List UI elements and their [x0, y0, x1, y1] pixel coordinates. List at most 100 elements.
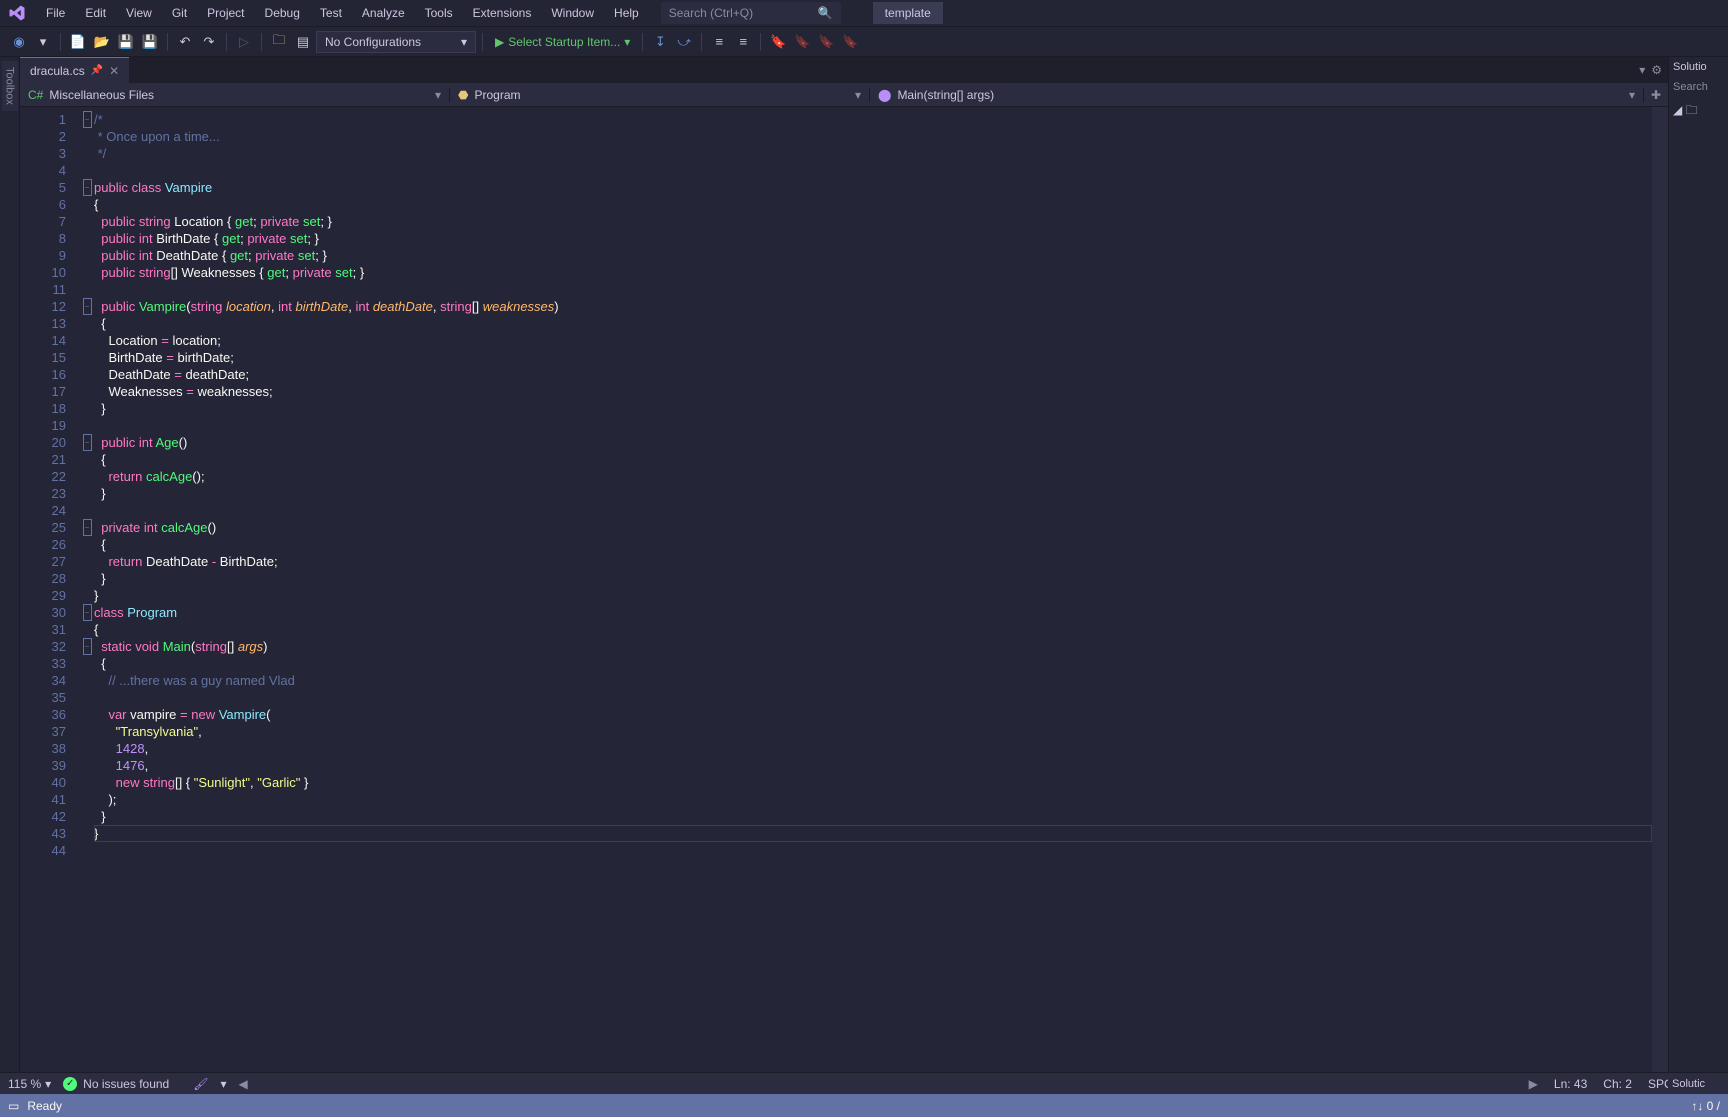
- indent-more-button[interactable]: ≡: [732, 31, 754, 53]
- method-label: Main(string[] args): [897, 88, 994, 102]
- scroll-left-icon[interactable]: ◀: [239, 1077, 248, 1091]
- panel-search[interactable]: Search: [1669, 77, 1728, 97]
- method-icon: ⬤: [878, 88, 891, 102]
- fold-toggle[interactable]: −: [83, 604, 92, 621]
- separator: [261, 33, 262, 51]
- separator: [167, 33, 168, 51]
- chevron-down-icon: ▾: [855, 88, 861, 102]
- fold-toggle[interactable]: −: [83, 638, 92, 655]
- tab-label: dracula.cs: [30, 64, 85, 78]
- bookmark-nav-button[interactable]: 🔖: [815, 31, 837, 53]
- menu-edit[interactable]: Edit: [75, 2, 116, 24]
- menu-file[interactable]: File: [36, 2, 75, 24]
- file-tab[interactable]: dracula.cs 📌 ✕: [20, 57, 129, 83]
- cursor-col[interactable]: Ch: 2: [1603, 1077, 1632, 1091]
- split-view-button[interactable]: ✚: [1644, 88, 1668, 102]
- save-button[interactable]: 💾: [115, 31, 137, 53]
- play-icon: ▶: [495, 35, 504, 49]
- editor-column: dracula.cs 📌 ✕ ▾ ⚙ C# Miscellaneous File…: [20, 57, 1668, 1072]
- scope-dropdown[interactable]: C# Miscellaneous Files ▾: [20, 88, 450, 102]
- new-file-button[interactable]: 📄: [67, 31, 89, 53]
- solution-explorer-panel[interactable]: Solutio Search ◢ 🗀: [1668, 57, 1728, 1072]
- search-input[interactable]: Search (Ctrl+Q) 🔍: [661, 2, 841, 24]
- tab-row: dracula.cs 📌 ✕ ▾ ⚙: [20, 57, 1668, 83]
- scroll-right-icon[interactable]: ▶: [1529, 1077, 1538, 1091]
- fold-toggle[interactable]: −: [83, 179, 92, 196]
- step-into-button[interactable]: ↧: [649, 31, 671, 53]
- bookmark-nav-button[interactable]: 🔖: [791, 31, 813, 53]
- error-count[interactable]: ↑↓ 0 /: [1691, 1099, 1720, 1113]
- class-label: Program: [474, 88, 520, 102]
- config-label: No Configurations: [325, 35, 421, 49]
- toolbox-label: Toolbox: [2, 61, 18, 111]
- folder-button[interactable]: 🗀: [268, 31, 290, 53]
- menu-tools[interactable]: Tools: [415, 2, 463, 24]
- code-editor[interactable]: 1234567891011121314151617181920212223242…: [20, 107, 1668, 1072]
- layout-button[interactable]: ▤: [292, 31, 314, 53]
- redo-button[interactable]: ↷: [198, 31, 220, 53]
- step-over-button[interactable]: ⤻: [673, 31, 695, 53]
- chevron-down-icon[interactable]: ▾: [220, 1077, 226, 1091]
- menu-view[interactable]: View: [116, 2, 162, 24]
- save-all-button[interactable]: 💾: [139, 31, 161, 53]
- cursor-line[interactable]: Ln: 43: [1554, 1077, 1587, 1091]
- line-number-gutter: 1234567891011121314151617181920212223242…: [20, 107, 80, 1072]
- menu-help[interactable]: Help: [604, 2, 649, 24]
- solution-footer-tab[interactable]: Solutic: [1668, 1072, 1728, 1094]
- menu-extensions[interactable]: Extensions: [463, 2, 542, 24]
- csharp-icon: C#: [28, 88, 43, 102]
- fold-toggle[interactable]: −: [83, 111, 92, 128]
- bookmark-nav-button[interactable]: 🔖: [839, 31, 861, 53]
- back-button[interactable]: ◉: [8, 31, 30, 53]
- class-dropdown[interactable]: ⬣ Program ▾: [450, 88, 870, 102]
- fold-toggle[interactable]: −: [83, 519, 92, 536]
- output-icon[interactable]: ▭: [8, 1099, 19, 1113]
- zoom-level: 115 %: [8, 1077, 41, 1091]
- menu-test[interactable]: Test: [310, 2, 352, 24]
- gear-icon[interactable]: ⚙: [1651, 63, 1662, 77]
- vs-logo-icon: [8, 4, 26, 22]
- panel-header: Solutio: [1669, 57, 1728, 77]
- chevron-down-icon[interactable]: ▾: [1639, 63, 1645, 77]
- toolbox-panel[interactable]: Toolbox: [0, 57, 20, 1072]
- method-dropdown[interactable]: ⬤ Main(string[] args) ▾: [870, 88, 1644, 102]
- brush-icon[interactable]: 🖌: [193, 1077, 208, 1091]
- startup-button[interactable]: ▶ Select Startup Item... ▾: [489, 35, 636, 49]
- start-button[interactable]: ▷: [233, 31, 255, 53]
- tree-toggle[interactable]: ◢ 🗀: [1669, 97, 1728, 126]
- search-icon: 🔍: [818, 6, 833, 20]
- menu-debug[interactable]: Debug: [255, 2, 310, 24]
- bookmark-button[interactable]: 🔖: [767, 31, 789, 53]
- fold-toggle[interactable]: −: [83, 298, 92, 315]
- close-icon[interactable]: ✕: [109, 64, 119, 78]
- issues-button[interactable]: ✓ No issues found: [63, 1077, 169, 1091]
- fold-toggle[interactable]: −: [83, 434, 92, 451]
- zoom-button[interactable]: 115 % ▾: [8, 1077, 51, 1091]
- menu-analyze[interactable]: Analyze: [352, 2, 415, 24]
- scope-label: Miscellaneous Files: [49, 88, 154, 102]
- chevron-down-icon: ▾: [1629, 88, 1635, 102]
- status-ready: Ready: [27, 1099, 62, 1113]
- separator: [760, 33, 761, 51]
- solution-footer-label: Solutic: [1672, 1078, 1705, 1090]
- toolbar: ◉ ▾ 📄 📂 💾 💾 ↶ ↷ ▷ 🗀 ▤ No Configurations …: [0, 27, 1728, 57]
- indent-less-button[interactable]: ≡: [708, 31, 730, 53]
- menu-window[interactable]: Window: [541, 2, 604, 24]
- ide-status-bar: ▭ Ready ↑↓ 0 /: [0, 1094, 1728, 1117]
- solution-name-button[interactable]: template: [873, 2, 943, 24]
- separator: [482, 33, 483, 51]
- open-file-button[interactable]: 📂: [91, 31, 113, 53]
- vertical-scrollbar[interactable]: [1652, 107, 1668, 1072]
- pin-icon[interactable]: 📌: [91, 65, 103, 76]
- issues-label: No issues found: [83, 1077, 169, 1091]
- code-content[interactable]: /* * Once upon a time... */ public class…: [94, 107, 1652, 1072]
- chevron-down-icon: ▾: [461, 35, 467, 49]
- back-arrow[interactable]: ▾: [32, 31, 54, 53]
- menu-project[interactable]: Project: [197, 2, 254, 24]
- chevron-down-icon: ▾: [45, 1077, 51, 1091]
- check-icon: ✓: [63, 1077, 77, 1091]
- menu-git[interactable]: Git: [162, 2, 197, 24]
- config-dropdown[interactable]: No Configurations ▾: [316, 31, 476, 53]
- class-icon: ⬣: [458, 88, 468, 102]
- undo-button[interactable]: ↶: [174, 31, 196, 53]
